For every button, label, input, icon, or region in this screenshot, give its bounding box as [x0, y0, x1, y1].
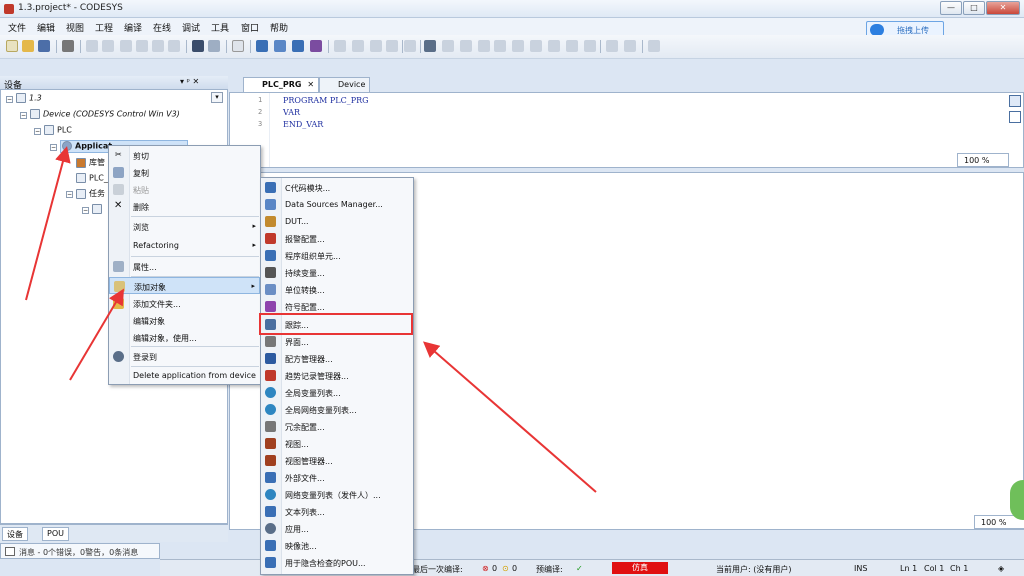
arrow-to-trace — [422, 341, 597, 493]
arrow-to-add-object — [69, 288, 125, 381]
annotation-arrows — [25, 146, 597, 493]
arrow-to-application — [25, 146, 71, 301]
